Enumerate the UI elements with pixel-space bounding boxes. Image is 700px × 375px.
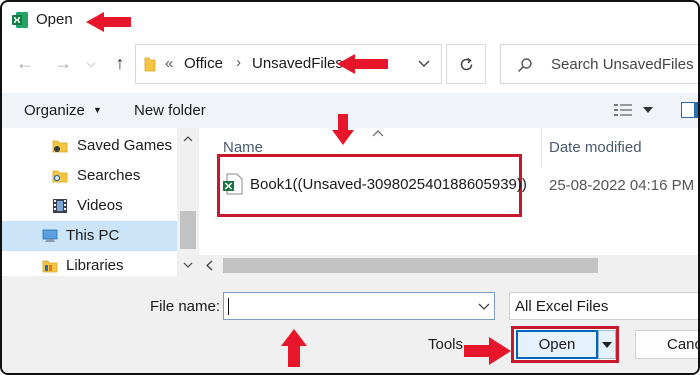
new-folder-button[interactable]: New folder [134, 102, 206, 119]
open-options-button[interactable] [598, 330, 616, 359]
scrollbar-thumb[interactable] [180, 211, 196, 249]
computer-icon [42, 229, 58, 242]
file-name-input[interactable] [223, 292, 495, 320]
text-caret [228, 298, 229, 315]
open-button[interactable]: Open [516, 330, 598, 359]
scroll-down-icon[interactable] [183, 262, 193, 268]
sort-ascending-icon [372, 130, 384, 137]
file-type-value: All Excel Files [515, 298, 609, 315]
folder-icon [52, 140, 68, 153]
video-icon [53, 199, 67, 213]
sidebar-item-searches[interactable]: Searches [2, 161, 198, 191]
annotation-arrow-left-icon [337, 54, 388, 74]
annotation-arrow-down-icon [332, 114, 354, 145]
scrollbar-thumb[interactable] [223, 258, 598, 273]
sidebar-item-saved-games[interactable]: Saved Games [2, 131, 198, 161]
search-folder-icon [52, 170, 68, 183]
forward-button[interactable]: → [52, 52, 74, 74]
address-bar[interactable]: « Office › UnsavedFiles [135, 44, 442, 84]
breadcrumb-office[interactable]: Office [184, 55, 223, 72]
organize-button[interactable]: Organize ▼ [24, 102, 102, 119]
tools-label[interactable]: Tools [428, 336, 463, 353]
search-box[interactable]: Search UnsavedFiles [500, 44, 698, 84]
excel-app-icon [12, 12, 28, 28]
chevron-down-icon[interactable] [418, 60, 430, 68]
up-button[interactable]: ↑ [109, 52, 131, 74]
caret-down-icon [602, 342, 612, 348]
file-row[interactable]: Book1((Unsaved-309802540188605939)) [220, 167, 540, 203]
scroll-up-icon[interactable] [183, 136, 193, 142]
annotation-arrow-right-icon [464, 337, 511, 365]
breadcrumb-separator[interactable]: › [236, 54, 241, 71]
sidebar-item-label: Videos [77, 197, 123, 214]
sidebar-scrollbar[interactable] [177, 128, 199, 276]
breadcrumb-overflow[interactable]: « [165, 55, 173, 72]
sidebar-item-videos[interactable]: Videos [2, 191, 198, 221]
chevron-down-icon[interactable] [478, 303, 490, 310]
sidebar-item-label: This PC [66, 227, 120, 244]
view-options-icon[interactable] [614, 103, 632, 117]
dialog-title: Open [36, 11, 73, 28]
recent-locations-chevron-icon[interactable]: ⌵ [80, 52, 102, 74]
caret-down-icon[interactable] [643, 107, 653, 113]
tools-menu[interactable]: Tools [428, 336, 463, 353]
annotation-arrow-up-icon [281, 329, 307, 367]
library-icon [42, 260, 58, 273]
file-name-label: File name: [150, 298, 221, 315]
sidebar-item-label: Saved Games [77, 137, 173, 154]
search-placeholder: Search UnsavedFiles [551, 56, 694, 73]
file-name: Book1((Unsaved-309802540188605939)) [250, 176, 527, 193]
annotation-arrow-left-icon [86, 12, 131, 32]
caret-down-icon: ▼ [93, 105, 102, 115]
refresh-button[interactable] [446, 44, 486, 84]
sidebar-item-label: Searches [77, 167, 141, 184]
column-divider[interactable] [541, 128, 542, 168]
breadcrumb-unsavedfiles[interactable]: UnsavedFiles [252, 55, 343, 72]
scroll-left-icon[interactable] [206, 260, 213, 271]
excel-file-icon [223, 173, 243, 195]
file-date-modified: 25-08-2022 04:16 PM [549, 177, 695, 194]
search-icon [517, 58, 532, 73]
folder-icon [144, 57, 156, 72]
preview-pane-icon[interactable] [681, 102, 700, 118]
organize-label[interactable]: Organize [24, 102, 85, 119]
refresh-icon [460, 57, 473, 71]
cancel-button[interactable]: Cancel [635, 330, 698, 359]
file-type-select[interactable]: All Excel Files [509, 292, 698, 320]
open-dialog: Open ← → ⌵ ↑ « Office › UnsavedFiles Sea… [0, 0, 700, 375]
back-button[interactable]: ← [14, 52, 36, 74]
sidebar-item-label: Libraries [66, 257, 124, 274]
sidebar-item-this-pc[interactable]: This PC [2, 221, 177, 251]
column-header-date-modified[interactable]: Date modified [549, 139, 642, 156]
